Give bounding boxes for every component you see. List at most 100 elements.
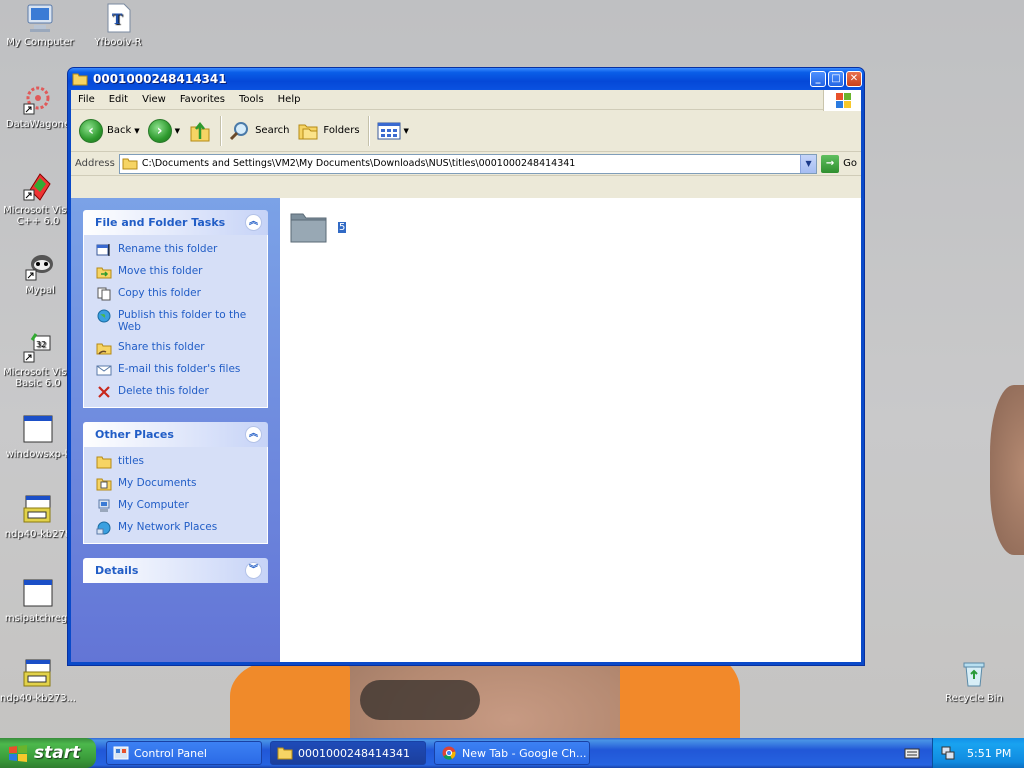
menu-favorites[interactable]: Favorites xyxy=(173,94,232,105)
folder-name[interactable]: 5 xyxy=(338,221,347,233)
desktop-icon-windowsxp-kb[interactable]: windowsxp-k xyxy=(0,414,76,460)
menu-view[interactable]: View xyxy=(135,94,173,105)
desktop-icon-ndp40-kb278[interactable]: ndp40-kb278 xyxy=(0,494,76,540)
address-value: C:\Documents and Settings\VM2\My Documen… xyxy=(141,158,576,169)
up-folder-icon xyxy=(190,121,210,141)
move-folder-icon xyxy=(96,267,112,279)
folders-icon xyxy=(298,124,318,139)
close-button[interactable]: ✕ xyxy=(846,71,862,87)
chevron-down-icon[interactable]: ▼ xyxy=(175,127,180,135)
svg-text:32: 32 xyxy=(36,340,46,349)
desktop-icon-yfbooiv[interactable]: T Yfbooiv-R xyxy=(80,2,156,48)
svg-text:T: T xyxy=(112,12,123,28)
title-bar[interactable]: 0001000248414341 _ □ ✕ xyxy=(68,68,864,90)
network-icon[interactable] xyxy=(941,746,955,760)
chevron-down-icon[interactable]: ▼ xyxy=(404,127,409,135)
chevron-down-icon[interactable]: ▼ xyxy=(800,154,817,173)
font-file-icon: T xyxy=(102,2,134,34)
folders-button[interactable]: Folders xyxy=(293,114,363,148)
task-move-folder[interactable]: Move this folder xyxy=(96,265,267,279)
keyboard-icon[interactable] xyxy=(904,746,920,759)
task-label: Copy this folder xyxy=(118,287,201,299)
folder-icon xyxy=(122,158,138,170)
installer-icon xyxy=(22,658,54,690)
place-label: titles xyxy=(118,455,144,467)
views-icon xyxy=(377,122,401,139)
maximize-button[interactable]: □ xyxy=(828,71,844,87)
collapse-icon[interactable]: ︽ xyxy=(245,214,262,231)
start-button[interactable]: start xyxy=(0,738,96,768)
folder-icon xyxy=(290,213,327,243)
folder-icon xyxy=(96,456,112,469)
window-body: File Edit View Favorites Tools Help ‹ Ba… xyxy=(71,90,861,662)
task-rename-folder[interactable]: Rename this folder xyxy=(96,243,267,257)
desktop-icon-visual-basic[interactable]: 32 Microsoft Visu Basic 6.0 xyxy=(0,332,76,389)
menu-help[interactable]: Help xyxy=(271,94,308,105)
panel-title: Details xyxy=(95,564,139,577)
desktop-icon-my-computer[interactable]: My Computer xyxy=(2,2,78,48)
panel-header[interactable]: Details ︾ xyxy=(83,558,268,583)
desktop-icon-datawagon[interactable]: DataWagone xyxy=(0,84,76,130)
flower-shortcut-icon xyxy=(22,84,54,116)
place-my-network-places[interactable]: My Network Places xyxy=(96,521,267,535)
place-my-computer[interactable]: My Computer xyxy=(96,499,267,513)
desktop-icon-ndp40-kb273[interactable]: ndp40-kb273... xyxy=(0,658,76,704)
visual-basic-icon: 32 xyxy=(22,332,54,364)
taskbar-item-chrome[interactable]: New Tab - Google Ch... xyxy=(434,741,590,765)
menu-bar: File Edit View Favorites Tools Help xyxy=(71,90,861,111)
taskbar-item-control-panel[interactable]: Control Panel xyxy=(106,741,262,765)
minimize-button[interactable]: _ xyxy=(810,71,826,87)
menu-file[interactable]: File xyxy=(71,94,102,105)
task-delete-folder[interactable]: Delete this folder xyxy=(96,385,267,399)
clock[interactable]: 5:51 PM xyxy=(967,747,1011,760)
task-copy-folder[interactable]: Copy this folder xyxy=(96,287,267,301)
desktop-icon-recycle-bin[interactable]: Recycle Bin xyxy=(936,658,1012,704)
place-label: My Documents xyxy=(118,477,197,489)
back-arrow-icon: ‹ xyxy=(79,118,103,143)
place-my-documents[interactable]: My Documents xyxy=(96,477,267,491)
window-app-icon xyxy=(22,414,54,446)
task-email-files[interactable]: E-mail this folder's files xyxy=(96,363,267,377)
up-folder-button[interactable] xyxy=(184,114,216,148)
task-publish-folder[interactable]: Publish this folder to the Web xyxy=(96,309,267,333)
wallpaper-neck xyxy=(360,680,480,720)
taskbar-item-explorer[interactable]: 0001000248414341 xyxy=(270,741,426,765)
panel-title: File and Folder Tasks xyxy=(95,216,226,229)
back-button[interactable]: ‹ Back ▼ xyxy=(75,114,144,148)
task-label: Rename this folder xyxy=(118,243,218,255)
menu-edit[interactable]: Edit xyxy=(102,94,135,105)
folder-icon xyxy=(72,73,88,86)
collapse-icon[interactable]: ︽ xyxy=(245,426,262,443)
window-title: 0001000248414341 xyxy=(93,72,227,86)
search-button[interactable]: Search xyxy=(225,114,293,148)
file-view[interactable]: 5 xyxy=(280,198,861,662)
expand-icon[interactable]: ︾ xyxy=(245,562,262,579)
network-icon xyxy=(96,521,111,535)
address-label: Address xyxy=(75,158,115,169)
go-button[interactable]: → Go xyxy=(821,154,857,173)
toolbar: ‹ Back ▼ › ▼ Search Folders ▼ xyxy=(71,110,861,152)
panel-title: Other Places xyxy=(95,428,174,441)
other-places-panel: Other Places ︽ titles My Documents My Co… xyxy=(83,422,268,544)
chevron-down-icon[interactable]: ▼ xyxy=(134,127,139,135)
desktop-icon-label: windowsxp-k xyxy=(5,449,71,460)
details-panel: Details ︾ xyxy=(83,558,268,583)
panel-header[interactable]: File and Folder Tasks ︽ xyxy=(83,210,268,235)
task-label: Delete this folder xyxy=(118,385,209,397)
place-label: My Network Places xyxy=(118,521,218,533)
taskbar-item-label: New Tab - Google Ch... xyxy=(462,746,587,760)
menu-tools[interactable]: Tools xyxy=(232,94,271,105)
address-input[interactable]: C:\Documents and Settings\VM2\My Documen… xyxy=(118,153,818,174)
place-titles[interactable]: titles xyxy=(96,455,267,469)
folder-item[interactable]: 5 xyxy=(288,208,347,246)
recycle-bin-icon xyxy=(958,658,990,690)
desktop-icon-label: ndp40-kb273... xyxy=(0,693,76,704)
desktop-icon-visual-cpp[interactable]: Microsoft Visu C++ 6.0 xyxy=(0,170,76,227)
desktop-icon-msipatchreg[interactable]: msipatchregt xyxy=(0,578,76,624)
back-label: Back xyxy=(107,125,132,136)
panel-header[interactable]: Other Places ︽ xyxy=(83,422,268,447)
visual-studio-icon xyxy=(22,170,54,202)
forward-button[interactable]: › ▼ xyxy=(144,114,184,148)
task-share-folder[interactable]: Share this folder xyxy=(96,341,267,355)
views-button[interactable]: ▼ xyxy=(373,114,413,148)
